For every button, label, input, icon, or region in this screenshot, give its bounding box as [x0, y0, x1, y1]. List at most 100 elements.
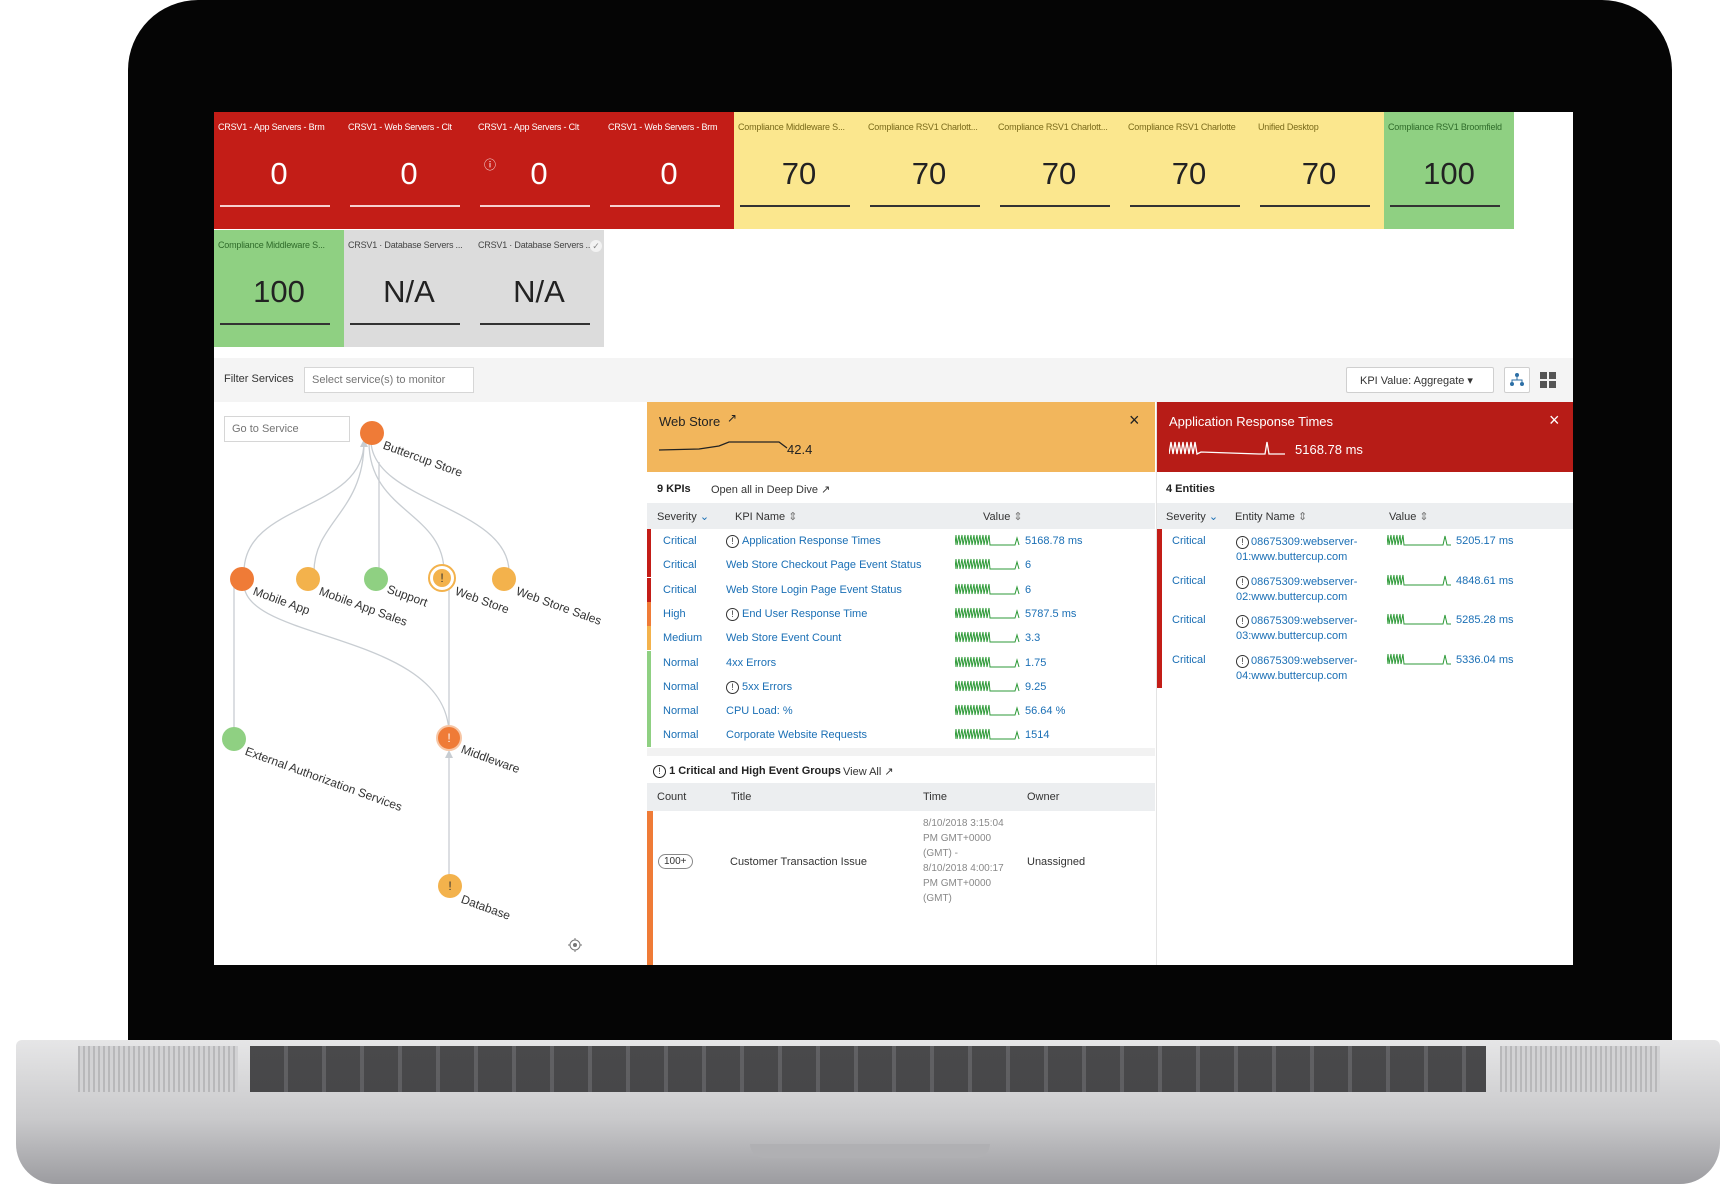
service-tile[interactable]: Compliance RSV1 Broomfield 100	[1384, 112, 1514, 229]
kpi-sparkline	[955, 607, 1020, 619]
service-tile[interactable]: CRSV1 - Web Servers - Clt 0	[344, 112, 474, 229]
kpi-name: 5xx Errors	[742, 680, 793, 693]
entity-row[interactable]: Critical ! 08675309:webserver- 02:www.butte…	[1157, 568, 1573, 609]
service-tile[interactable]: CRSV1 - Web Servers - Brm 0	[604, 112, 734, 229]
service-tile[interactable]: CRSV1 · Database Servers ... ✓ N/A	[474, 230, 604, 347]
kpi-row[interactable]: Critical Web Store Login Page Event Statu…	[647, 577, 1155, 602]
column-header-severity[interactable]: Severity ⌄	[657, 510, 709, 523]
entity-row[interactable]: Critical! 08675309:webserver- 04:www.butte…	[1157, 647, 1573, 688]
view-all-link[interactable]: View All ↗	[843, 765, 894, 778]
column-header-severity[interactable]: Severity ⌄	[1166, 510, 1218, 523]
kpi-name-link[interactable]: Web Store Login Page Event Status	[726, 584, 902, 596]
service-tile[interactable]: Compliance RSV1 Charlotte 70	[1124, 112, 1254, 229]
tile-sparkline	[1000, 205, 1110, 207]
filter-services-input[interactable]	[304, 367, 474, 393]
alert-icon: !	[726, 607, 739, 621]
kpi-row[interactable]: Normal 4xx Errors 1.75	[647, 650, 1155, 675]
external-link-icon[interactable]: ↗	[727, 411, 737, 425]
kpi-value-label: KPI Value: Aggregate ▾	[1360, 375, 1473, 387]
severity-bar	[647, 601, 651, 626]
alert-icon: !	[1236, 654, 1249, 668]
kpi-sparkline	[955, 680, 1020, 692]
service-tile[interactable]: CRSV1 - App Servers - Clt ⓘ 0	[474, 112, 604, 229]
severity-cell: Critical	[663, 583, 697, 596]
kpi-name-link[interactable]: Web Store Checkout Page Event Status	[726, 559, 921, 571]
topology-graph	[233, 432, 510, 877]
column-header-entity-name[interactable]: Entity Name ⇕	[1235, 510, 1307, 523]
service-tile[interactable]: Compliance Middleware S... 100	[214, 230, 344, 347]
column-header-time[interactable]: Time	[923, 791, 947, 803]
service-tile[interactable]: CRSV1 · Database Servers ... N/A	[344, 230, 474, 347]
panel-title[interactable]: Web Store	[659, 414, 720, 429]
entity-name-link[interactable]: ! 08675309:webserver- 01:www.buttercup.com	[1236, 535, 1357, 565]
time-line: (GMT)	[923, 893, 952, 904]
kpi-table-header: Severity ⌄ KPI Name ⇕ Value ⇕	[647, 503, 1155, 529]
tile-sparkline	[610, 205, 720, 207]
kpi-row[interactable]: Critical! Application Response Times 5168.…	[647, 529, 1155, 553]
close-icon[interactable]: ×	[1129, 410, 1140, 431]
entity-value: 5205.17 ms	[1456, 535, 1514, 547]
kpi-name: Web Store Login Page Event Status	[726, 583, 902, 596]
time-line: 8/10/2018 3:15:04	[923, 818, 1004, 829]
alert-icon: !	[1236, 615, 1249, 628]
column-header-count[interactable]: Count	[657, 791, 686, 803]
column-header-value[interactable]: Value ⇕	[1389, 510, 1429, 523]
service-tile[interactable]: Compliance Middleware S... 70	[734, 112, 864, 229]
column-header-kpi-name[interactable]: KPI Name ⇕	[735, 510, 797, 523]
alert-icon: !	[726, 535, 739, 548]
entity-value: 5336.04 ms	[1456, 653, 1514, 666]
service-tile[interactable]: Unified Desktop 70	[1254, 112, 1384, 229]
severity-cell: Normal	[663, 680, 699, 693]
entity-name-link[interactable]: ! 08675309:webserver- 04:www.buttercup.com	[1236, 654, 1357, 684]
entity-name-link[interactable]: ! 08675309:webserver- 02:www.buttercup.com	[1236, 575, 1357, 605]
service-tile[interactable]: Compliance RSV1 Charlott... 70	[864, 112, 994, 229]
kpi-name-link[interactable]: Web Store Event Count	[726, 632, 841, 644]
node-web-store-sales[interactable]	[492, 567, 516, 591]
tile-name: CRSV1 - Web Servers - Brm	[608, 122, 718, 132]
entity-row[interactable]: Critical! 08675309:webserver- 03:www.butte…	[1157, 608, 1573, 648]
severity-bar	[647, 699, 651, 724]
service-tile[interactable]: CRSV1 - App Servers - Brm 0	[214, 112, 344, 229]
kpi-name-link[interactable]: Corporate Website Requests	[726, 729, 867, 741]
node-buttercup-store[interactable]	[360, 421, 384, 445]
column-header-value[interactable]: Value ⇕	[983, 510, 1023, 523]
node-external-authorization-services[interactable]	[222, 727, 246, 751]
kpi-count: 9 KPIs	[657, 483, 691, 495]
kpi-name: 4xx Errors	[726, 656, 777, 669]
node-database[interactable]: !	[438, 874, 462, 898]
deep-dive-link[interactable]: Open all in Deep Dive ↗	[711, 483, 830, 496]
event-row[interactable]: 100+ Customer Transaction Issue 8/10/201…	[647, 811, 1155, 965]
column-header-owner[interactable]: Owner	[1027, 791, 1059, 803]
kpi-row[interactable]: Critical Web Store Checkout Page Event St…	[647, 553, 1155, 578]
node-mobile-app-sales[interactable]	[296, 567, 320, 591]
kpi-row[interactable]: Normal! 5xx Errors 9.25	[647, 674, 1155, 699]
severity-cell: Medium	[663, 632, 703, 645]
kpi-row[interactable]: Normal CPU Load: % 56.64 %	[647, 699, 1155, 724]
entity-value: 4848.61 ms	[1456, 574, 1514, 587]
kpi-name-link[interactable]: ! End User Response Time	[726, 607, 867, 621]
service-tile[interactable]: Compliance RSV1 Charlott... 70	[994, 112, 1124, 229]
close-icon[interactable]: ×	[1549, 410, 1560, 431]
entity-row[interactable]: Critical! 08675309:webserver- 01:www.butte…	[1157, 529, 1573, 569]
kpi-row[interactable]: Normal Corporate Website Requests 1514	[647, 723, 1155, 748]
kpi-name-link[interactable]: 4xx Errors	[726, 657, 776, 669]
kpi-name-link[interactable]: ! Application Response Times	[726, 535, 881, 548]
node-web-store[interactable]: !	[428, 564, 456, 592]
recenter-icon[interactable]	[568, 938, 582, 952]
kpi-value-dropdown[interactable]: KPI Value: Aggregate ▾	[1346, 367, 1494, 393]
severity-cell: Critical	[1172, 574, 1206, 587]
entity-name-link[interactable]: ! 08675309:webserver- 03:www.buttercup.com	[1236, 614, 1357, 644]
node-mobile-app[interactable]	[230, 567, 254, 591]
node-support[interactable]	[364, 567, 388, 591]
tile-view-icon[interactable]	[1540, 372, 1556, 388]
topology-view-icon[interactable]	[1504, 367, 1530, 393]
node-middleware[interactable]: !	[436, 725, 462, 751]
kpi-name-link[interactable]: CPU Load: %	[726, 705, 793, 717]
kpi-name-link[interactable]: ! 5xx Errors	[726, 680, 793, 694]
severity-bar	[647, 674, 651, 699]
kpi-value: 6	[1025, 559, 1032, 572]
column-header-title[interactable]: Title	[731, 791, 751, 803]
kpi-row[interactable]: Medium Web Store Event Count 3.3	[647, 626, 1155, 651]
kpi-row[interactable]: High! End User Response Time 5787.5 ms	[647, 601, 1155, 626]
tile-value: 70	[911, 156, 947, 191]
